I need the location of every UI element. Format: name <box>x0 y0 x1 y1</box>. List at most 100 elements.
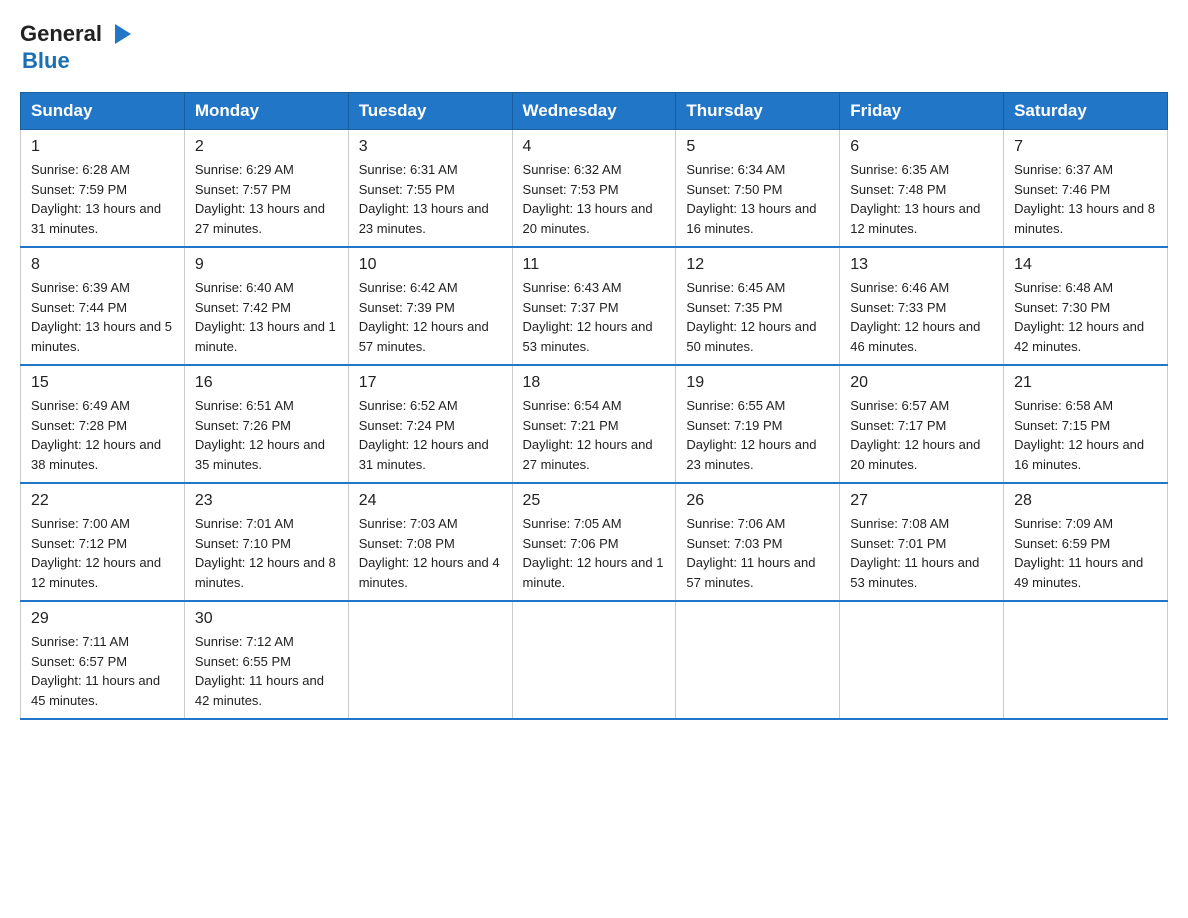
day-info: Sunrise: 6:49 AMSunset: 7:28 PMDaylight:… <box>31 396 174 474</box>
calendar-cell <box>840 601 1004 719</box>
calendar-cell <box>512 601 676 719</box>
day-info: Sunrise: 6:43 AMSunset: 7:37 PMDaylight:… <box>523 278 666 356</box>
calendar-cell: 4 Sunrise: 6:32 AMSunset: 7:53 PMDaylight… <box>512 130 676 248</box>
day-number: 27 <box>850 492 993 510</box>
day-number: 3 <box>359 138 502 156</box>
calendar-cell: 5 Sunrise: 6:34 AMSunset: 7:50 PMDaylight… <box>676 130 840 248</box>
calendar-cell: 26 Sunrise: 7:06 AMSunset: 7:03 PMDayligh… <box>676 483 840 601</box>
day-info: Sunrise: 6:52 AMSunset: 7:24 PMDaylight:… <box>359 396 502 474</box>
day-number: 13 <box>850 256 993 274</box>
weekday-header-wednesday: Wednesday <box>512 93 676 130</box>
day-info: Sunrise: 6:54 AMSunset: 7:21 PMDaylight:… <box>523 396 666 474</box>
day-info: Sunrise: 6:48 AMSunset: 7:30 PMDaylight:… <box>1014 278 1157 356</box>
day-number: 25 <box>523 492 666 510</box>
day-number: 11 <box>523 256 666 274</box>
day-number: 24 <box>359 492 502 510</box>
day-info: Sunrise: 6:40 AMSunset: 7:42 PMDaylight:… <box>195 278 338 356</box>
day-info: Sunrise: 6:58 AMSunset: 7:15 PMDaylight:… <box>1014 396 1157 474</box>
weekday-header-monday: Monday <box>184 93 348 130</box>
logo-blue-text: Blue <box>20 48 70 74</box>
calendar-week-row: 29 Sunrise: 7:11 AMSunset: 6:57 PMDayligh… <box>21 601 1168 719</box>
day-number: 12 <box>686 256 829 274</box>
calendar-cell: 21 Sunrise: 6:58 AMSunset: 7:15 PMDayligh… <box>1004 365 1168 483</box>
day-info: Sunrise: 6:28 AMSunset: 7:59 PMDaylight:… <box>31 160 174 238</box>
day-info: Sunrise: 6:42 AMSunset: 7:39 PMDaylight:… <box>359 278 502 356</box>
calendar-cell: 19 Sunrise: 6:55 AMSunset: 7:19 PMDayligh… <box>676 365 840 483</box>
weekday-header-row: SundayMondayTuesdayWednesdayThursdayFrid… <box>21 93 1168 130</box>
day-info: Sunrise: 7:11 AMSunset: 6:57 PMDaylight:… <box>31 632 174 710</box>
day-number: 7 <box>1014 138 1157 156</box>
calendar-week-row: 8Sunrise: 6:39 AMSunset: 7:44 PMDaylight… <box>21 247 1168 365</box>
calendar-cell: 16 Sunrise: 6:51 AMSunset: 7:26 PMDayligh… <box>184 365 348 483</box>
calendar-cell: 17Sunrise: 6:52 AMSunset: 7:24 PMDayligh… <box>348 365 512 483</box>
day-number: 21 <box>1014 374 1157 392</box>
calendar-cell: 8Sunrise: 6:39 AMSunset: 7:44 PMDaylight… <box>21 247 185 365</box>
calendar-cell: 24Sunrise: 7:03 AMSunset: 7:08 PMDayligh… <box>348 483 512 601</box>
weekday-header-friday: Friday <box>840 93 1004 130</box>
day-info: Sunrise: 7:08 AMSunset: 7:01 PMDaylight:… <box>850 514 993 592</box>
calendar-cell: 10Sunrise: 6:42 AMSunset: 7:39 PMDayligh… <box>348 247 512 365</box>
calendar-table: SundayMondayTuesdayWednesdayThursdayFrid… <box>20 92 1168 720</box>
day-number: 18 <box>523 374 666 392</box>
day-info: Sunrise: 6:37 AMSunset: 7:46 PMDaylight:… <box>1014 160 1157 238</box>
calendar-cell: 2 Sunrise: 6:29 AMSunset: 7:57 PMDaylight… <box>184 130 348 248</box>
day-info: Sunrise: 7:05 AMSunset: 7:06 PMDaylight:… <box>523 514 666 592</box>
day-info: Sunrise: 7:00 AMSunset: 7:12 PMDaylight:… <box>31 514 174 592</box>
calendar-cell: 22 Sunrise: 7:00 AMSunset: 7:12 PMDayligh… <box>21 483 185 601</box>
calendar-header: SundayMondayTuesdayWednesdayThursdayFrid… <box>21 93 1168 130</box>
calendar-week-row: 15 Sunrise: 6:49 AMSunset: 7:28 PMDayligh… <box>21 365 1168 483</box>
calendar-cell: 28 Sunrise: 7:09 AMSunset: 6:59 PMDayligh… <box>1004 483 1168 601</box>
day-number: 22 <box>31 492 174 510</box>
calendar-cell: 14 Sunrise: 6:48 AMSunset: 7:30 PMDayligh… <box>1004 247 1168 365</box>
weekday-header-saturday: Saturday <box>1004 93 1168 130</box>
day-info: Sunrise: 6:51 AMSunset: 7:26 PMDaylight:… <box>195 396 338 474</box>
calendar-cell: 23 Sunrise: 7:01 AMSunset: 7:10 PMDayligh… <box>184 483 348 601</box>
day-info: Sunrise: 7:12 AMSunset: 6:55 PMDaylight:… <box>195 632 338 710</box>
calendar-cell: 12Sunrise: 6:45 AMSunset: 7:35 PMDayligh… <box>676 247 840 365</box>
weekday-header-thursday: Thursday <box>676 93 840 130</box>
calendar-week-row: 22 Sunrise: 7:00 AMSunset: 7:12 PMDayligh… <box>21 483 1168 601</box>
day-info: Sunrise: 6:46 AMSunset: 7:33 PMDaylight:… <box>850 278 993 356</box>
day-info: Sunrise: 6:55 AMSunset: 7:19 PMDaylight:… <box>686 396 829 474</box>
calendar-cell: 27 Sunrise: 7:08 AMSunset: 7:01 PMDayligh… <box>840 483 1004 601</box>
day-number: 26 <box>686 492 829 510</box>
calendar-cell: 20 Sunrise: 6:57 AMSunset: 7:17 PMDayligh… <box>840 365 1004 483</box>
logo-general-text: General <box>20 21 102 47</box>
day-number: 14 <box>1014 256 1157 274</box>
day-number: 19 <box>686 374 829 392</box>
calendar-cell: 30 Sunrise: 7:12 AMSunset: 6:55 PMDayligh… <box>184 601 348 719</box>
day-info: Sunrise: 6:35 AMSunset: 7:48 PMDaylight:… <box>850 160 993 238</box>
calendar-cell: 6Sunrise: 6:35 AMSunset: 7:48 PMDaylight… <box>840 130 1004 248</box>
day-info: Sunrise: 6:57 AMSunset: 7:17 PMDaylight:… <box>850 396 993 474</box>
calendar-cell: 18 Sunrise: 6:54 AMSunset: 7:21 PMDayligh… <box>512 365 676 483</box>
day-info: Sunrise: 7:06 AMSunset: 7:03 PMDaylight:… <box>686 514 829 592</box>
day-number: 28 <box>1014 492 1157 510</box>
day-info: Sunrise: 6:32 AMSunset: 7:53 PMDaylight:… <box>523 160 666 238</box>
day-number: 5 <box>686 138 829 156</box>
calendar-week-row: 1Sunrise: 6:28 AMSunset: 7:59 PMDaylight… <box>21 130 1168 248</box>
calendar-cell: 13 Sunrise: 6:46 AMSunset: 7:33 PMDayligh… <box>840 247 1004 365</box>
weekday-header-sunday: Sunday <box>21 93 185 130</box>
day-info: Sunrise: 6:31 AMSunset: 7:55 PMDaylight:… <box>359 160 502 238</box>
day-number: 20 <box>850 374 993 392</box>
calendar-cell: 29 Sunrise: 7:11 AMSunset: 6:57 PMDayligh… <box>21 601 185 719</box>
calendar-cell: 3 Sunrise: 6:31 AMSunset: 7:55 PMDaylight… <box>348 130 512 248</box>
day-info: Sunrise: 6:29 AMSunset: 7:57 PMDaylight:… <box>195 160 338 238</box>
day-number: 30 <box>195 610 338 628</box>
page-header: General Blue <box>20 20 1168 74</box>
day-number: 23 <box>195 492 338 510</box>
calendar-cell <box>348 601 512 719</box>
day-info: Sunrise: 7:01 AMSunset: 7:10 PMDaylight:… <box>195 514 338 592</box>
day-info: Sunrise: 6:39 AMSunset: 7:44 PMDaylight:… <box>31 278 174 356</box>
day-number: 2 <box>195 138 338 156</box>
day-number: 16 <box>195 374 338 392</box>
calendar-cell: 9Sunrise: 6:40 AMSunset: 7:42 PMDaylight… <box>184 247 348 365</box>
day-info: Sunrise: 6:34 AMSunset: 7:50 PMDaylight:… <box>686 160 829 238</box>
day-info: Sunrise: 7:09 AMSunset: 6:59 PMDaylight:… <box>1014 514 1157 592</box>
calendar-cell <box>1004 601 1168 719</box>
day-number: 15 <box>31 374 174 392</box>
day-number: 29 <box>31 610 174 628</box>
calendar-cell: 15 Sunrise: 6:49 AMSunset: 7:28 PMDayligh… <box>21 365 185 483</box>
day-number: 4 <box>523 138 666 156</box>
calendar-cell: 1Sunrise: 6:28 AMSunset: 7:59 PMDaylight… <box>21 130 185 248</box>
